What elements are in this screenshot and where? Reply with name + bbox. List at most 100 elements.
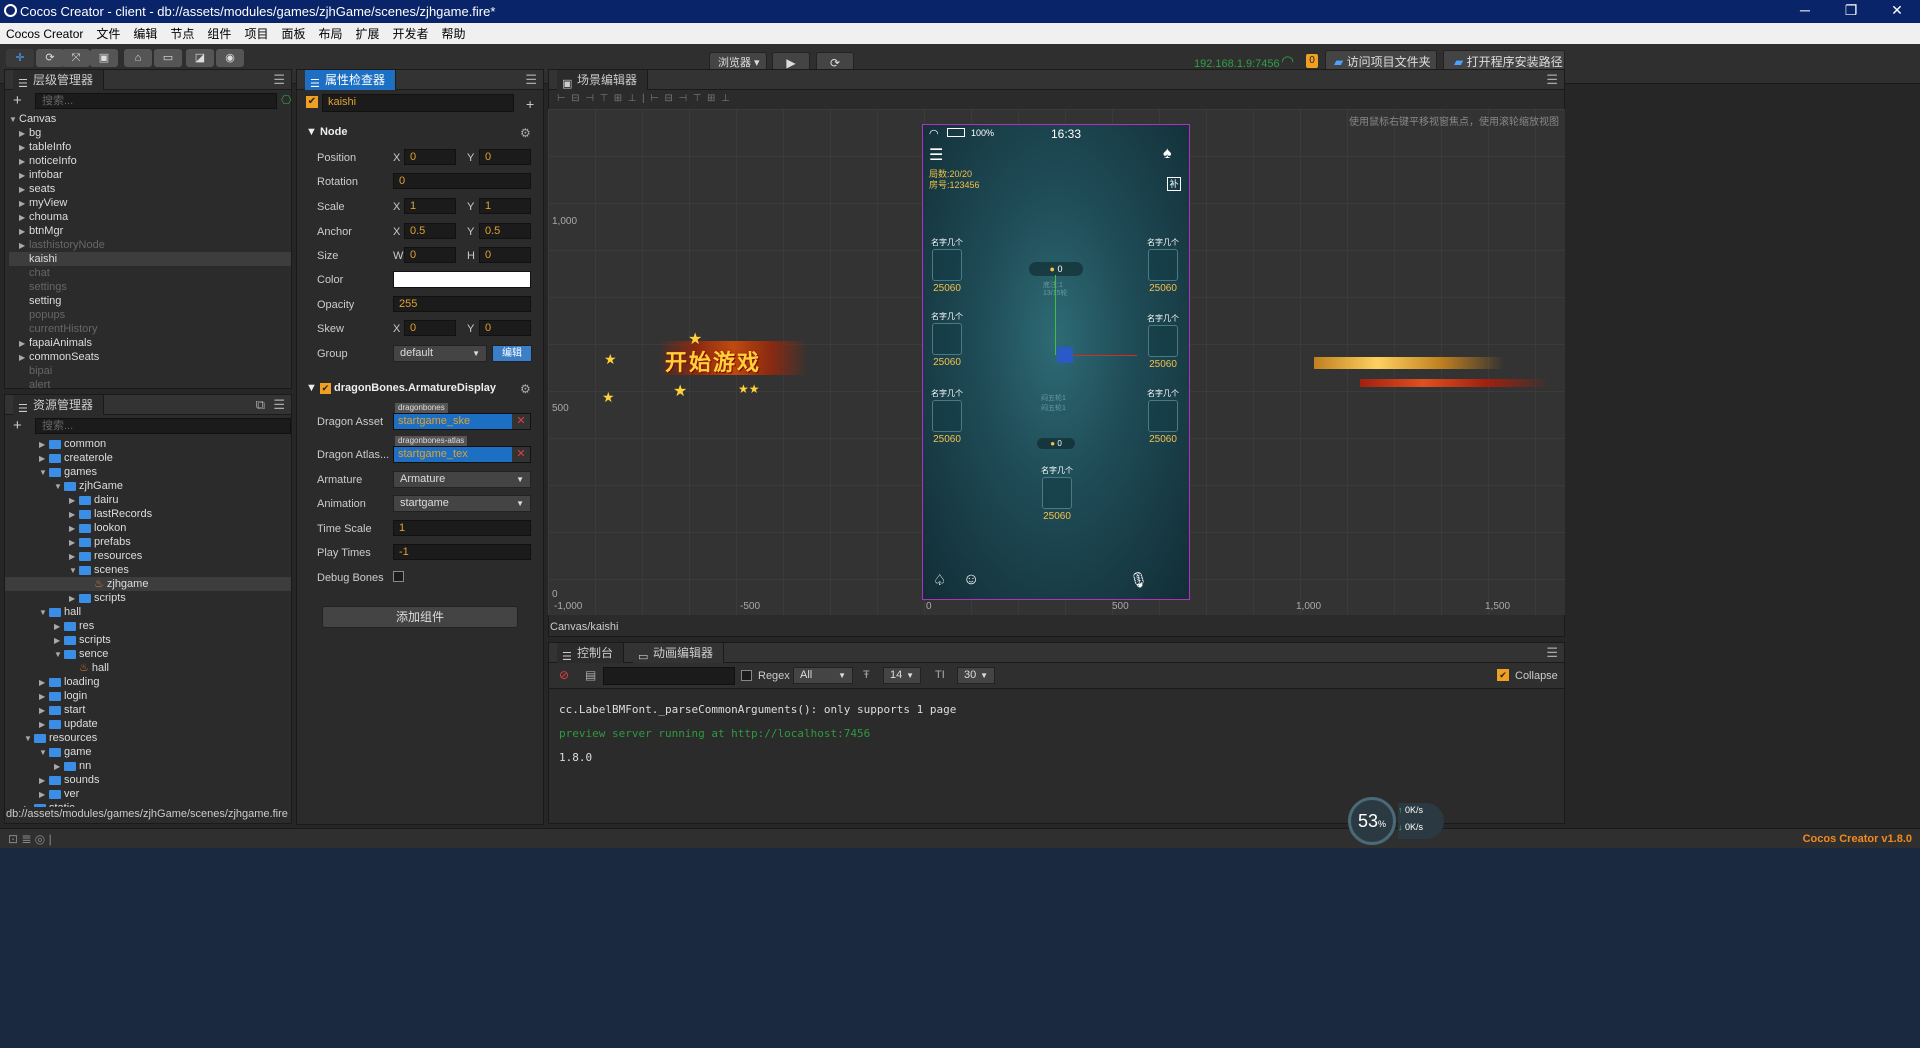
asset-item[interactable]: ▼ games — [5, 465, 291, 479]
tree-node[interactable]: chat — [9, 266, 291, 280]
expand-arrow-icon[interactable]: ▶ — [69, 494, 79, 508]
expand-arrow-icon[interactable]: ▶ — [54, 620, 64, 634]
distribute-vcenter-icon[interactable]: ⊞ — [707, 93, 715, 104]
asset-item[interactable]: ▶ scripts — [5, 591, 291, 605]
seat[interactable]: 名字几个 25060 — [1039, 465, 1075, 522]
font-size-select[interactable]: 14 — [883, 667, 921, 684]
clear-icon[interactable]: ✕ — [512, 447, 530, 462]
align-vcenter-icon[interactable]: ⊞ — [614, 93, 622, 104]
gear-icon[interactable]: ⚙ — [520, 382, 531, 396]
expand-arrow-icon[interactable]: ▶ — [19, 197, 29, 211]
emoji-icon[interactable]: ☺ — [963, 571, 979, 589]
asset-item[interactable]: ▼ game — [5, 745, 291, 759]
seat[interactable]: 名字几个 25060 — [929, 388, 965, 445]
tree-node[interactable]: ▶ lasthistoryNode — [9, 238, 291, 252]
cards-icon[interactable]: ♠ — [1163, 145, 1172, 163]
animation-select[interactable]: startgame — [393, 495, 531, 512]
tree-node[interactable]: ▶ fapaiAnimals — [9, 336, 291, 350]
expand-arrow-icon[interactable]: ▶ — [19, 225, 29, 239]
expand-arrow-icon[interactable]: ▶ — [69, 550, 79, 564]
menu-node[interactable]: 节点 — [164, 25, 201, 42]
snap-tool-icon[interactable]: ◪ — [186, 49, 214, 67]
tab-hierarchy[interactable]: ☰ 层级管理器 — [13, 70, 105, 90]
menu-file[interactable]: 文件 — [90, 25, 127, 42]
hierarchy-search-input[interactable]: 搜索... — [35, 93, 277, 109]
panel-menu-icon[interactable]: ☰ — [273, 72, 285, 88]
node-section-header[interactable]: ▼ Node — [306, 126, 347, 138]
expand-arrow-icon[interactable]: ▶ — [19, 239, 29, 253]
expand-arrow-icon[interactable]: ▶ — [69, 522, 79, 536]
tree-root-canvas[interactable]: ▼ Canvas — [9, 112, 291, 126]
notice-badge[interactable]: 0 — [1306, 54, 1318, 68]
menu-extension[interactable]: 扩展 — [349, 25, 386, 42]
seat[interactable]: 名字几个 25060 — [1145, 313, 1181, 370]
group-edit-button[interactable]: 编辑 — [492, 345, 532, 362]
asset-item[interactable]: ▼ resources — [5, 731, 291, 745]
tree-node[interactable]: ▶ commonSeats — [9, 350, 291, 364]
rotate-tool-icon[interactable]: ⟳ — [36, 49, 64, 67]
asset-item[interactable]: ▶ start — [5, 703, 291, 717]
regex-checkbox[interactable] — [741, 670, 752, 681]
microphone-icon[interactable]: 🎙 — [1129, 571, 1148, 589]
menu-panel[interactable]: 面板 — [275, 25, 312, 42]
menu-project[interactable]: 项目 — [238, 25, 275, 42]
skew-x-input[interactable]: 0 — [404, 320, 456, 336]
minimize-button[interactable]: ─ — [1782, 0, 1828, 23]
align-left-icon[interactable]: ⊢ — [557, 93, 566, 104]
group-select[interactable]: default — [393, 345, 487, 362]
distribute-bottom-icon[interactable]: ⊥ — [721, 93, 730, 104]
tab-console[interactable]: ☰ 控制台 — [557, 643, 625, 663]
console-filter-input[interactable] — [603, 667, 735, 685]
expand-arrow-icon[interactable]: ▶ — [69, 508, 79, 522]
asset-item[interactable]: ▼ scenes — [5, 563, 291, 577]
armature-select[interactable]: Armature — [393, 471, 531, 488]
menu-layout[interactable]: 布局 — [312, 25, 349, 42]
clear-icon[interactable]: ✕ — [512, 414, 530, 429]
tab-animation[interactable]: ▭ 动画编辑器 — [633, 643, 725, 663]
tree-node[interactable]: ▶ myView — [9, 196, 291, 210]
expand-arrow-icon[interactable]: ▼ — [54, 648, 64, 662]
opacity-input[interactable]: 255 — [393, 296, 531, 312]
expand-arrow-icon[interactable]: ▶ — [19, 337, 29, 351]
panel-menu-icon[interactable]: ☰ — [1546, 72, 1558, 88]
tree-node[interactable]: ▶ btnMgr — [9, 224, 291, 238]
expand-arrow-icon[interactable]: ▶ — [19, 141, 29, 155]
distribute-left-icon[interactable]: ⊢ — [650, 93, 659, 104]
locate-icon[interactable]: ⎔ — [281, 93, 291, 107]
tab-inspector[interactable]: ☰ 属性检查器 — [305, 70, 397, 90]
log-file-icon[interactable]: ▤ — [585, 668, 596, 682]
tab-scene[interactable]: ▣ 场景编辑器 — [557, 70, 649, 90]
seat[interactable]: 名字几个 25060 — [1145, 388, 1181, 445]
distribute-hcenter-icon[interactable]: ⊟ — [664, 93, 672, 104]
menu-developer[interactable]: 开发者 — [387, 25, 436, 42]
asset-item[interactable]: ▶ lookon — [5, 521, 291, 535]
tree-node[interactable]: ▶ infobar — [9, 168, 291, 182]
pivot-tool-icon[interactable]: ⌂ — [124, 49, 152, 67]
maximize-button[interactable]: ❐ — [1828, 0, 1874, 23]
expand-arrow-icon[interactable]: ▼ — [39, 466, 49, 480]
asset-item[interactable]: ▼ hall — [5, 605, 291, 619]
align-bottom-icon[interactable]: ⊥ — [628, 93, 637, 104]
tree-node[interactable]: setting — [9, 294, 291, 308]
tab-assets[interactable]: ☰ 资源管理器 — [13, 395, 105, 415]
asset-item[interactable]: ▶ loading — [5, 675, 291, 689]
tree-node[interactable]: ▶ tableInfo — [9, 140, 291, 154]
component-enabled-checkbox[interactable]: ✔ — [319, 383, 331, 394]
selection-handle[interactable] — [1057, 347, 1073, 363]
distribute-right-icon[interactable]: ⊣ — [678, 93, 687, 104]
asset-item[interactable]: ▶ login — [5, 689, 291, 703]
expand-arrow-icon[interactable]: ▶ — [19, 211, 29, 225]
dragon-atlas-field[interactable]: startgame_tex ✕ — [393, 446, 531, 463]
scale-y-input[interactable]: 1 — [479, 198, 531, 214]
asset-item[interactable]: ▶ dairu — [5, 493, 291, 507]
asset-item[interactable]: ▶ common — [5, 437, 291, 451]
tree-node[interactable]: settings — [9, 280, 291, 294]
distribute-top-icon[interactable]: ⊤ — [693, 93, 702, 104]
asset-item[interactable]: ▶ scripts — [5, 633, 291, 647]
rect-tool-icon[interactable]: ▣ — [90, 49, 118, 67]
panel-popout-icon[interactable]: ⧉ — [256, 397, 265, 413]
asset-item[interactable]: ▶ prefabs — [5, 535, 291, 549]
asset-item[interactable]: ▶ resources — [5, 549, 291, 563]
position-x-input[interactable]: 0 — [404, 149, 456, 165]
tree-node[interactable]: ▶ noticeInfo — [9, 154, 291, 168]
